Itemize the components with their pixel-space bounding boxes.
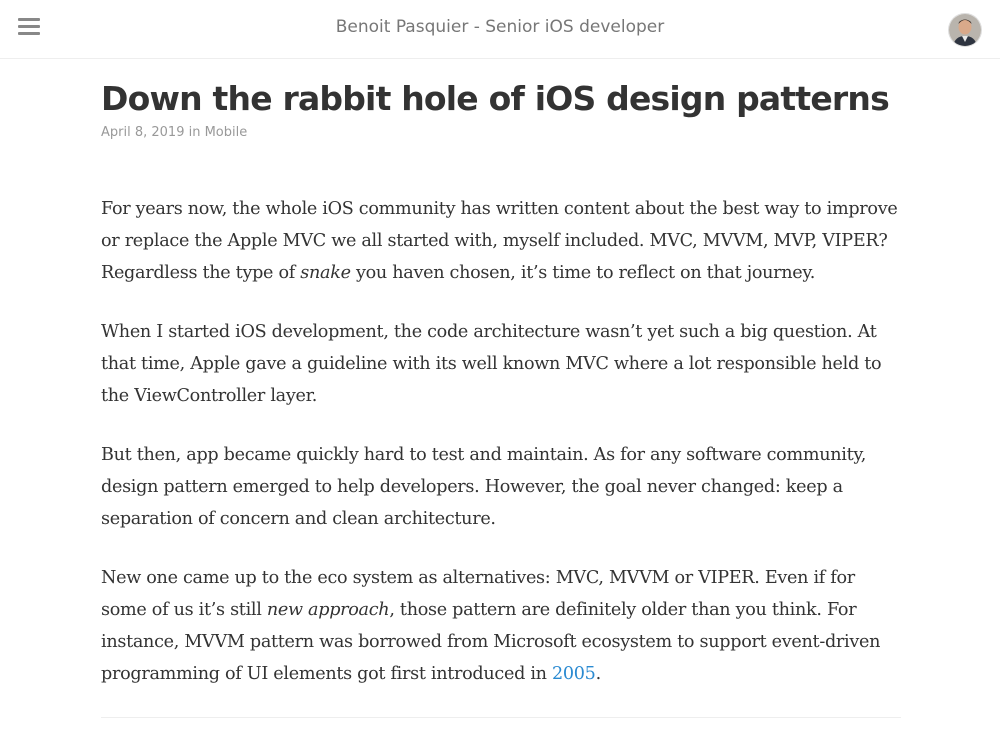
top-header: Benoit Pasquier - Senior iOS developer xyxy=(0,0,1000,59)
content-divider xyxy=(101,717,901,718)
article-meta: April 8, 2019 in Mobile xyxy=(101,125,901,140)
user-avatar-icon xyxy=(949,14,981,46)
site-title[interactable]: Benoit Pasquier - Senior iOS developer xyxy=(0,17,1000,37)
paragraph-1: For years now, the whole iOS community h… xyxy=(101,193,901,289)
paragraph-text: you haven chosen, it’s time to reflect o… xyxy=(350,263,816,283)
emphasis-text: snake xyxy=(300,263,351,283)
paragraph-text: . xyxy=(595,664,602,684)
article-content: For years now, the whole iOS community h… xyxy=(101,193,901,690)
article: Down the rabbit hole of iOS design patte… xyxy=(101,78,901,717)
avatar[interactable] xyxy=(948,13,982,47)
meta-in-word: in xyxy=(184,125,205,140)
year-2005-link[interactable]: 2005 xyxy=(552,664,596,684)
article-date: April 8, 2019 xyxy=(101,125,185,140)
category-link[interactable]: Mobile xyxy=(205,125,248,140)
paragraph-4: New one came up to the eco system as alt… xyxy=(101,562,901,690)
article-title: Down the rabbit hole of iOS design patte… xyxy=(101,79,890,118)
paragraph-3: But then, app became quickly hard to tes… xyxy=(101,445,866,529)
paragraph-2: When I started iOS development, the code… xyxy=(101,322,882,406)
emphasis-text: new approach xyxy=(266,600,390,620)
